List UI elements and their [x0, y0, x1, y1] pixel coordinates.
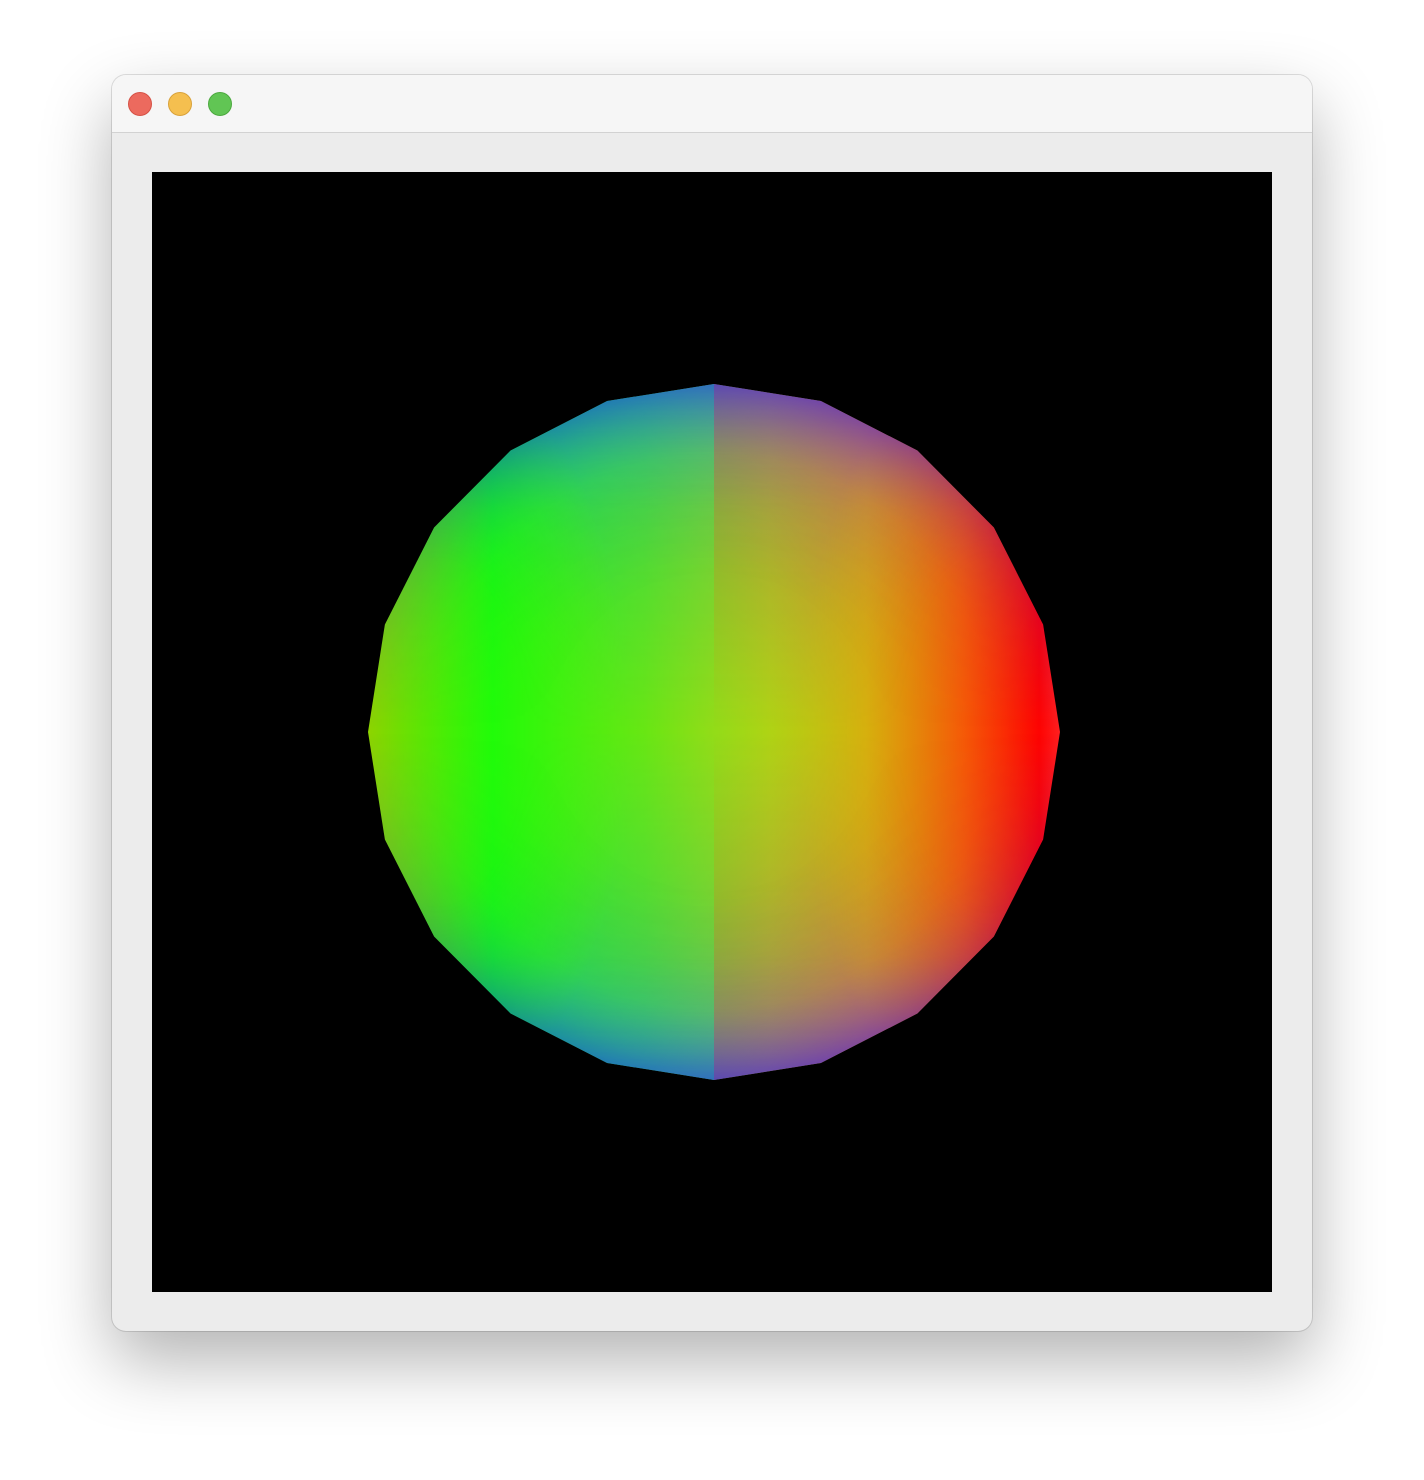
title-bar[interactable] — [112, 75, 1312, 133]
render-canvas[interactable] — [152, 172, 1272, 1292]
sphere-render — [368, 384, 1060, 1080]
sphere-shape — [368, 384, 1060, 1080]
app-window — [112, 75, 1312, 1331]
maximize-window-button[interactable] — [208, 92, 232, 116]
minimize-window-button[interactable] — [168, 92, 192, 116]
close-window-button[interactable] — [128, 92, 152, 116]
